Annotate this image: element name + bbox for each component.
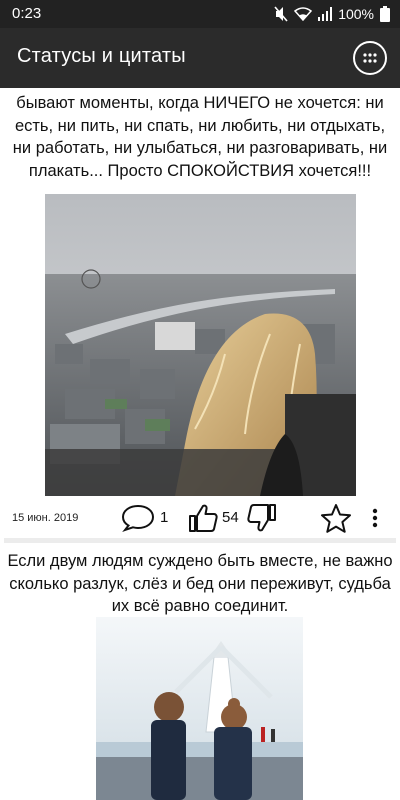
comment-icon[interactable] bbox=[121, 504, 155, 537]
post-date: 15 июн. 2019 bbox=[12, 512, 79, 524]
post-meta-row: 15 июн. 2019 1 54 bbox=[0, 500, 400, 536]
thumbs-down-icon[interactable] bbox=[246, 502, 278, 539]
app-title: Статусы и цитаты bbox=[17, 45, 186, 67]
post-text: бывают моменты, когда НИЧЕГО не хочется:… bbox=[12, 94, 388, 180]
grid-menu-button[interactable] bbox=[353, 41, 387, 75]
post-image[interactable] bbox=[45, 194, 356, 496]
wifi-icon bbox=[294, 7, 313, 21]
post-divider bbox=[4, 538, 396, 543]
status-icons: 100% bbox=[274, 4, 390, 24]
grid-menu-icon bbox=[363, 53, 377, 63]
thumbs-up-icon[interactable] bbox=[187, 502, 219, 539]
status-bar: 0:23 100% bbox=[0, 0, 400, 28]
app-bar: Статусы и цитаты bbox=[0, 28, 400, 88]
post-image[interactable] bbox=[96, 617, 303, 800]
girl-city-photo bbox=[45, 194, 356, 496]
signal-icon bbox=[318, 7, 333, 21]
battery-level: 100% bbox=[338, 6, 374, 22]
more-vert-icon[interactable] bbox=[368, 504, 382, 537]
children-lighthouse-photo bbox=[96, 617, 303, 800]
battery-icon bbox=[380, 6, 390, 22]
like-count: 54 bbox=[222, 509, 239, 526]
comment-count: 1 bbox=[160, 509, 169, 526]
mute-icon bbox=[274, 6, 288, 22]
status-time: 0:23 bbox=[12, 5, 42, 22]
post-text: Если двум людям суждено быть вместе, не … bbox=[7, 552, 393, 615]
star-icon[interactable] bbox=[320, 503, 352, 538]
